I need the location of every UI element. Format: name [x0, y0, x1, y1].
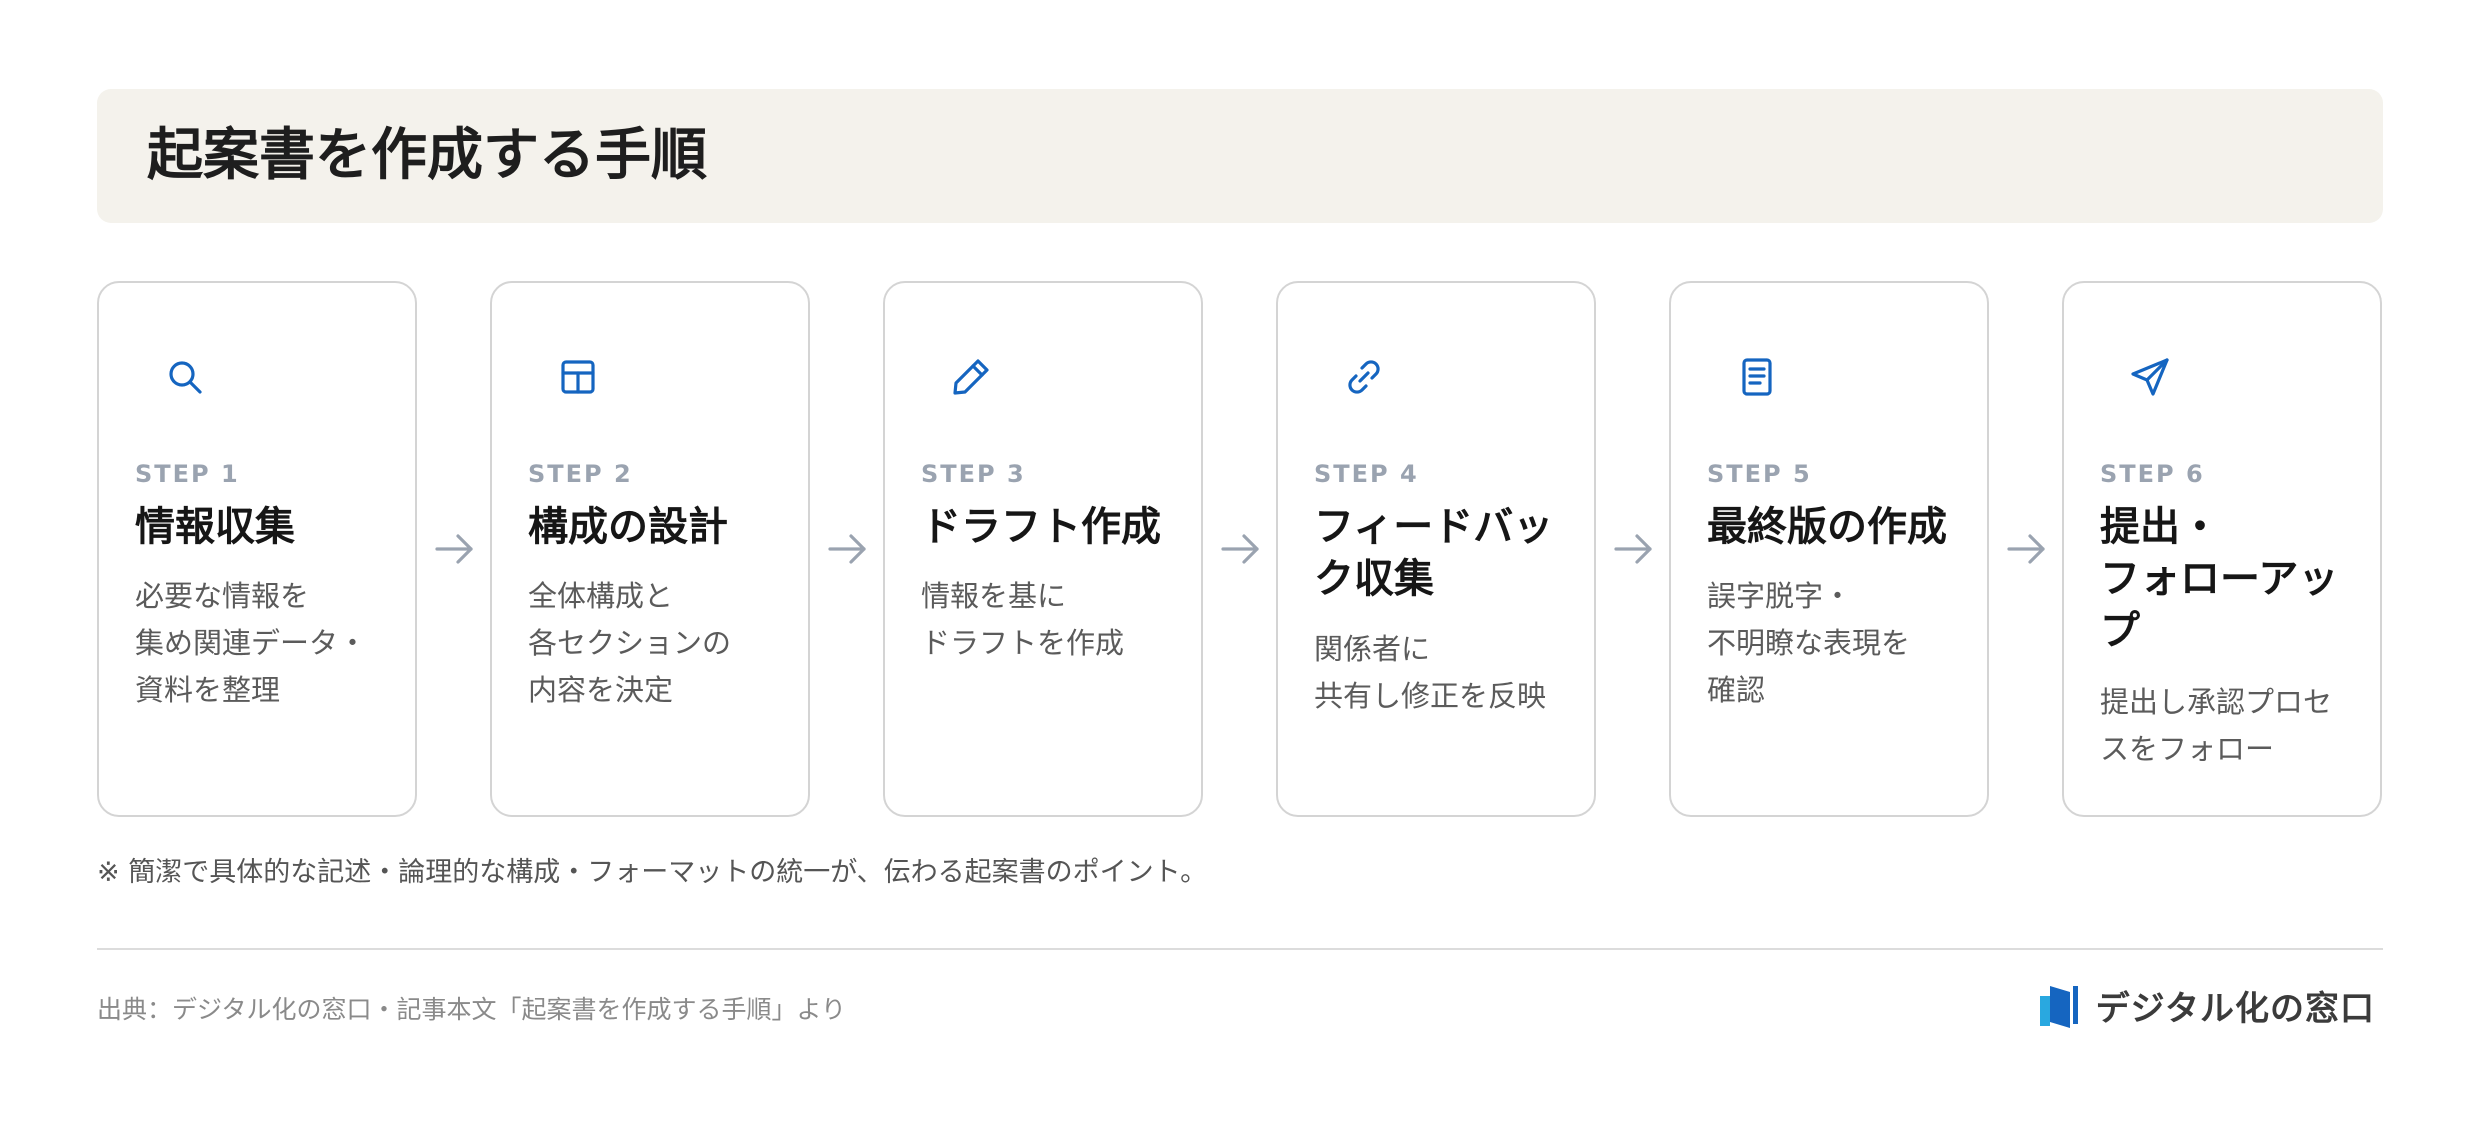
divider	[97, 948, 2383, 950]
step-number: STEP 5	[1707, 460, 1812, 488]
source-credit: 出典：デジタル化の窓口・記事本文「起案書を作成する手順」より	[97, 995, 847, 1024]
step-card-1: STEP 1 情報収集 必要な情報を 集め関連データ・ 資料を整理	[97, 281, 417, 817]
page-title: 起案書を作成する手順	[147, 123, 707, 188]
step-description: 提出し承認プロセ スをフォロー	[2100, 685, 2333, 766]
arrow-right-icon	[2001, 527, 2051, 571]
step-title: ドラフト作成	[921, 504, 1161, 550]
arrow-right-icon	[1608, 527, 1658, 571]
step-title: 最終版の作成	[1707, 504, 1947, 550]
step-number: STEP 2	[528, 460, 633, 488]
step-title: 構成の設計	[528, 504, 728, 550]
step-card-5: STEP 5 最終版の作成 誤字脱字・ 不明瞭な表現を 確認	[1669, 281, 1989, 817]
step-description: 誤字脱字・ 不明瞭な表現を 確認	[1707, 579, 1911, 707]
step-title: 提出・ フォローアッ プ	[2100, 504, 2339, 654]
footnote: ※ 簡潔で具体的な記述・論理的な構成・フォーマットの統一が、伝わる起案書のポイン…	[97, 857, 1208, 888]
title-banner: 起案書を作成する手順	[97, 89, 2383, 223]
step-title: 情報収集	[135, 504, 295, 550]
step-number: STEP 1	[135, 460, 240, 488]
brand-name: デジタル化の窓口	[2095, 988, 2375, 1029]
step-card-4: STEP 4 フィードバッ ク収集 関係者に 共有し修正を反映	[1276, 281, 1596, 817]
arrow-right-icon	[1215, 527, 1265, 571]
layout-icon	[554, 353, 602, 401]
step-description: 関係者に 共有し修正を反映	[1314, 632, 1547, 713]
brand-logo: デジタル化の窓口	[2039, 980, 2375, 1030]
step-number: STEP 3	[921, 460, 1026, 488]
steps-flow: STEP 1 情報収集 必要な情報を 集め関連データ・ 資料を整理 STEP 2…	[97, 281, 2383, 819]
send-icon	[2126, 353, 2174, 401]
step-card-2: STEP 2 構成の設計 全体構成と 各セクションの 内容を決定	[490, 281, 810, 817]
step-description: 情報を基に ドラフトを作成	[921, 579, 1125, 660]
search-icon	[161, 353, 209, 401]
brand-logo-icon	[2039, 982, 2082, 1028]
document-icon	[1733, 353, 1781, 401]
pencil-icon	[947, 353, 995, 401]
step-card-6: STEP 6 提出・ フォローアッ プ 提出し承認プロセ スをフォロー	[2062, 281, 2382, 817]
arrow-right-icon	[822, 527, 872, 571]
arrow-right-icon	[429, 527, 479, 571]
step-number: STEP 6	[2100, 460, 2205, 488]
step-card-3: STEP 3 ドラフト作成 情報を基に ドラフトを作成	[883, 281, 1203, 817]
link-icon	[1340, 353, 1388, 401]
step-description: 全体構成と 各セクションの 内容を決定	[528, 579, 732, 707]
step-number: STEP 4	[1314, 460, 1419, 488]
step-title: フィードバッ ク収集	[1314, 504, 1554, 602]
step-description: 必要な情報を 集め関連データ・ 資料を整理	[135, 579, 368, 707]
